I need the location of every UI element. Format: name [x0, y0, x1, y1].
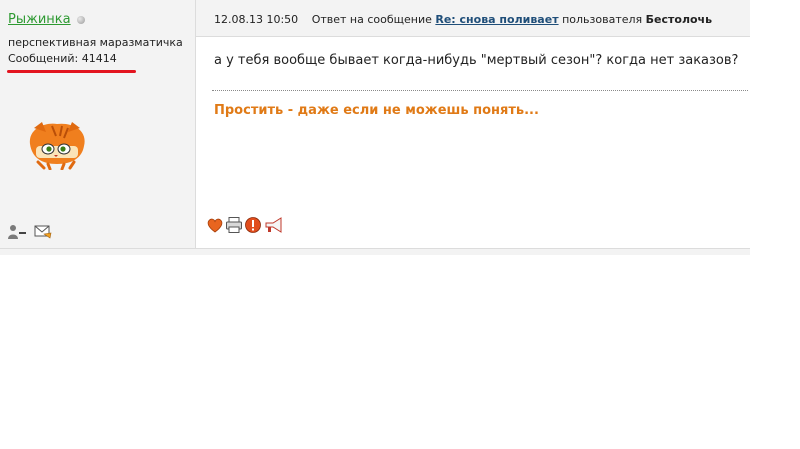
offline-status-icon [77, 16, 85, 24]
post-footer-bar [0, 248, 750, 255]
reply-prefix: Ответ на сообщение [311, 13, 432, 26]
megaphone-icon[interactable] [263, 216, 285, 234]
author-post-count: Сообщений: 41414 [8, 52, 117, 65]
author-name-link[interactable]: Рыжинка [8, 12, 71, 27]
cat-avatar-icon [29, 122, 85, 170]
author-signature: Простить - даже если не можешь понять... [214, 103, 539, 118]
profile-icon[interactable] [7, 224, 27, 240]
signature-divider [212, 90, 748, 91]
forum-post: Рыжинка перспективная маразматичка Сообщ… [0, 0, 750, 254]
heart-icon[interactable] [206, 216, 224, 234]
post-datetime: 12.08.13 10:50 [214, 13, 299, 26]
post-header: 12.08.13 10:50 Ответ на сообщение Re: сн… [196, 0, 750, 37]
post-meta: 12.08.13 10:50 Ответ на сообщение Re: сн… [214, 13, 712, 26]
reply-user-prefix: пользователя [562, 13, 643, 26]
author-rank: перспективная маразматичка [8, 36, 183, 49]
report-icon[interactable] [244, 216, 262, 234]
post-body-text: а у тебя вообще бывает когда-нибудь "мер… [214, 53, 739, 68]
print-icon[interactable] [225, 216, 243, 234]
reply-topic-link[interactable]: Re: снова поливает [435, 13, 558, 26]
private-message-icon[interactable] [34, 224, 52, 239]
red-annotation-underline [7, 70, 136, 73]
reply-user: Бестолочь [645, 13, 713, 26]
author-panel: Рыжинка перспективная маразматичка Сообщ… [0, 0, 196, 248]
